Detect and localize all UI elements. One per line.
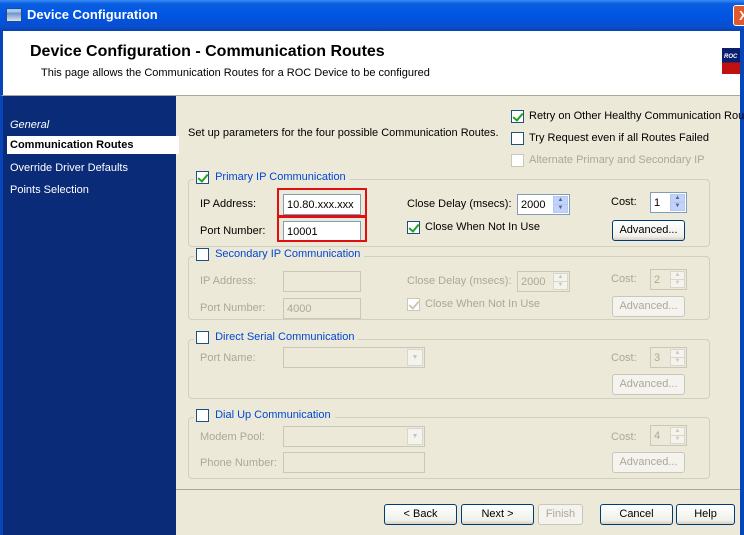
dialup-modem-dropdown[interactable]: ▼ bbox=[283, 426, 425, 447]
serial-cost-spinner[interactable]: 3 ▲ ▼ bbox=[650, 347, 687, 368]
primary-ip-title: Primary IP Communication bbox=[215, 171, 346, 184]
spin-down-icon[interactable]: ▼ bbox=[670, 357, 685, 366]
spin-down-icon[interactable]: ▼ bbox=[553, 204, 568, 213]
dialup-advanced-button[interactable]: Advanced... bbox=[612, 452, 685, 473]
secondary-close-delay-value: 2000 bbox=[521, 276, 546, 288]
primary-ip-checkbox[interactable] bbox=[196, 171, 209, 184]
dialup-title: Dial Up Communication bbox=[215, 409, 331, 422]
primary-ip-address-label: IP Address: bbox=[200, 198, 257, 210]
secondary-ip-address-input[interactable] bbox=[283, 271, 361, 292]
dialup-checkbox[interactable] bbox=[196, 409, 209, 422]
spin-down-icon[interactable]: ▼ bbox=[553, 281, 568, 290]
primary-close-delay-spinner[interactable]: 2000 ▲ ▼ bbox=[517, 194, 570, 215]
secondary-ip-checkbox[interactable] bbox=[196, 248, 209, 261]
alternate-checkbox[interactable] bbox=[511, 154, 524, 167]
try-request-checkbox[interactable] bbox=[511, 132, 524, 145]
secondary-ip-title: Secondary IP Communication bbox=[215, 248, 361, 261]
serial-port-name-label: Port Name: bbox=[200, 352, 256, 364]
page-header: Device Configuration - Communication Rou… bbox=[0, 31, 744, 96]
serial-cost-value: 3 bbox=[654, 352, 661, 364]
dialup-phone-label: Phone Number: bbox=[200, 457, 278, 469]
spin-down-icon[interactable]: ▼ bbox=[670, 279, 685, 288]
primary-cost-value: 1 bbox=[654, 197, 661, 209]
dialup-modem-label: Modem Pool: bbox=[200, 431, 265, 443]
serial-cost-label: Cost: bbox=[611, 352, 637, 364]
window-right-border bbox=[740, 31, 744, 535]
primary-close-when-label: Close When Not In Use bbox=[425, 221, 540, 233]
primary-ip-legend: Primary IP Communication bbox=[194, 171, 350, 184]
primary-cost-spinner[interactable]: 1 ▲ ▼ bbox=[650, 192, 687, 213]
secondary-close-delay-label: Close Delay (msecs): bbox=[407, 275, 512, 287]
primary-ip-highlight bbox=[277, 188, 367, 217]
logo-text: ROC bbox=[724, 54, 738, 60]
primary-advanced-button[interactable]: Advanced... bbox=[612, 220, 685, 241]
dialup-cost-spinner[interactable]: 4 ▲ ▼ bbox=[650, 425, 687, 446]
nav-heading-general: General bbox=[10, 119, 50, 131]
retry-label: Retry on Other Healthy Communication Rou… bbox=[529, 110, 744, 122]
secondary-port-label: Port Number: bbox=[200, 302, 266, 314]
serial-checkbox[interactable] bbox=[196, 331, 209, 344]
serial-port-name-dropdown[interactable]: ▼ bbox=[283, 347, 425, 368]
retry-checkbox[interactable] bbox=[511, 110, 524, 123]
help-button[interactable]: Help bbox=[676, 504, 735, 525]
dialup-cost-label: Cost: bbox=[611, 431, 637, 443]
primary-close-delay-value: 2000 bbox=[521, 199, 546, 211]
secondary-close-delay-spinner[interactable]: 2000 ▲ ▼ bbox=[517, 271, 570, 292]
secondary-advanced-button[interactable]: Advanced... bbox=[612, 296, 685, 317]
spin-down-icon[interactable]: ▼ bbox=[670, 435, 685, 444]
app-icon bbox=[6, 8, 22, 22]
nav-item-points-selection[interactable]: Points Selection bbox=[10, 184, 89, 196]
secondary-port-input[interactable]: 4000 bbox=[283, 298, 361, 319]
alternate-label: Alternate Primary and Secondary IP bbox=[529, 154, 705, 166]
spin-down-icon[interactable]: ▼ bbox=[670, 202, 685, 211]
primary-port-highlight bbox=[277, 216, 367, 242]
primary-port-label: Port Number: bbox=[200, 225, 266, 237]
secondary-ip-address-label: IP Address: bbox=[200, 275, 257, 287]
intro-text: Set up parameters for the four possible … bbox=[188, 127, 499, 139]
serial-legend: Direct Serial Communication bbox=[194, 331, 359, 344]
nav-sidebar: General Communication Routes Override Dr… bbox=[0, 96, 179, 535]
dialup-cost-value: 4 bbox=[654, 430, 661, 442]
next-button[interactable]: Next > bbox=[461, 504, 534, 525]
try-request-label: Try Request even if all Routes Failed bbox=[529, 132, 709, 144]
roc-logo: ROC bbox=[722, 48, 742, 74]
secondary-ip-legend: Secondary IP Communication bbox=[194, 248, 365, 261]
primary-close-when-checkbox[interactable] bbox=[407, 221, 420, 234]
chevron-down-icon[interactable]: ▼ bbox=[407, 349, 423, 366]
secondary-close-when-checkbox[interactable] bbox=[407, 298, 420, 311]
title-bar: Device Configuration X bbox=[0, 0, 744, 31]
nav-item-override-driver-defaults[interactable]: Override Driver Defaults bbox=[10, 162, 128, 174]
primary-close-delay-label: Close Delay (msecs): bbox=[407, 198, 512, 210]
dialup-legend: Dial Up Communication bbox=[194, 409, 335, 422]
serial-advanced-button[interactable]: Advanced... bbox=[612, 374, 685, 395]
serial-title: Direct Serial Communication bbox=[215, 331, 355, 344]
nav-item-communication-routes[interactable]: Communication Routes bbox=[7, 136, 179, 154]
secondary-cost-label: Cost: bbox=[611, 273, 637, 285]
secondary-cost-spinner[interactable]: 2 ▲ ▼ bbox=[650, 269, 687, 290]
bottom-separator bbox=[176, 489, 740, 490]
page-description: This page allows the Communication Route… bbox=[41, 67, 430, 79]
cancel-button[interactable]: Cancel bbox=[600, 504, 673, 525]
dialup-phone-input[interactable] bbox=[283, 452, 425, 473]
window-title: Device Configuration bbox=[27, 7, 158, 22]
secondary-cost-value: 2 bbox=[654, 274, 661, 286]
back-button[interactable]: < Back bbox=[384, 504, 457, 525]
primary-cost-label: Cost: bbox=[611, 196, 637, 208]
secondary-close-when-label: Close When Not In Use bbox=[425, 298, 540, 310]
close-button[interactable]: X bbox=[733, 5, 744, 26]
finish-button[interactable]: Finish bbox=[538, 504, 583, 525]
page-title: Device Configuration - Communication Rou… bbox=[30, 43, 385, 60]
chevron-down-icon[interactable]: ▼ bbox=[407, 428, 423, 445]
